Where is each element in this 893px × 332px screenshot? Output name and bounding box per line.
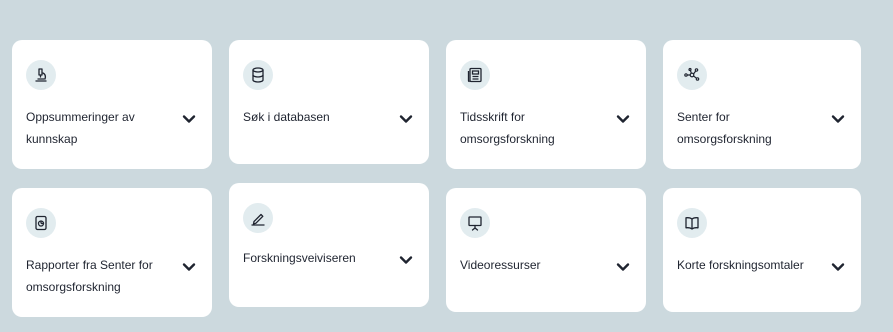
card-rapporter-fra-senter[interactable]: Rapporter fra Senter for omsorgsforsknin… bbox=[12, 188, 212, 317]
card-label-line2: omsorgsforskning bbox=[460, 132, 555, 146]
chevron-down-icon[interactable] bbox=[399, 255, 413, 265]
card-senter-for-omsorgsforskning[interactable]: Senter for omsorgsforskning bbox=[663, 40, 861, 169]
card-sok-i-databasen[interactable]: Søk i databasen bbox=[229, 40, 429, 164]
chevron-down-icon[interactable] bbox=[831, 114, 845, 124]
card-tidsskrift-for-omsorgsforskning[interactable]: Tidsskrift for omsorgsforskning bbox=[446, 40, 646, 169]
presentation-icon bbox=[460, 208, 490, 238]
chevron-down-icon[interactable] bbox=[616, 114, 630, 124]
card-videoressurser[interactable]: Videoressurser bbox=[446, 188, 646, 312]
card-label-line1: Oppsummeringer av bbox=[26, 110, 135, 124]
chevron-down-icon[interactable] bbox=[182, 262, 196, 272]
report-icon bbox=[26, 208, 56, 238]
card-forskningsveiviseren[interactable]: Forskningsveiviseren bbox=[229, 183, 429, 307]
card-label-line1: Korte forskningsomtaler bbox=[677, 258, 804, 272]
card-oppsummeringer-av-kunnskap[interactable]: Oppsummeringer av kunnskap bbox=[12, 40, 212, 169]
pencil-icon bbox=[243, 203, 273, 233]
card-label-line1: Rapporter fra Senter for bbox=[26, 258, 153, 272]
chevron-down-icon[interactable] bbox=[182, 114, 196, 124]
network-icon bbox=[677, 60, 707, 90]
card-label-line2: kunnskap bbox=[26, 132, 78, 146]
database-icon bbox=[243, 60, 273, 90]
card-label-line1: Søk i databasen bbox=[243, 110, 330, 124]
card-korte-forskningsomtaler[interactable]: Korte forskningsomtaler bbox=[663, 188, 861, 312]
card-label-line2: omsorgsforskning bbox=[26, 280, 121, 294]
microscope-icon bbox=[26, 60, 56, 90]
card-label-line1: Senter for bbox=[677, 110, 730, 124]
book-icon bbox=[677, 208, 707, 238]
chevron-down-icon[interactable] bbox=[616, 262, 630, 272]
newspaper-icon bbox=[460, 60, 490, 90]
card-label-line2: omsorgsforskning bbox=[677, 132, 772, 146]
chevron-down-icon[interactable] bbox=[831, 262, 845, 272]
card-label-line1: Videoressurser bbox=[460, 258, 541, 272]
card-label-line1: Forskningsveiviseren bbox=[243, 251, 356, 265]
chevron-down-icon[interactable] bbox=[399, 114, 413, 124]
card-label-line1: Tidsskrift for bbox=[460, 110, 525, 124]
